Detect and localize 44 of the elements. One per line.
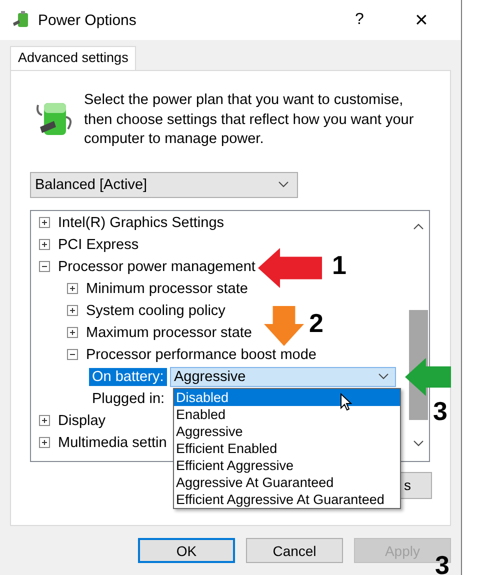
expand-toggle-icon[interactable] (39, 261, 50, 272)
dropdown-option[interactable]: Enabled (174, 406, 400, 423)
expand-toggle-icon[interactable] (67, 283, 78, 294)
tree-item[interactable]: Minimum processor state (86, 280, 248, 296)
tree-item[interactable]: Intel(R) Graphics Settings (58, 214, 224, 230)
window-title: Power Options (38, 12, 138, 28)
dropdown-option[interactable]: Aggressive (174, 423, 400, 440)
expand-toggle-icon[interactable] (39, 217, 50, 228)
setting-dropdown[interactable]: Aggressive (170, 366, 396, 386)
step-number: 3 (433, 396, 448, 426)
dropdown-option[interactable]: Efficient Aggressive At Guaranteed (174, 491, 400, 508)
tree-item[interactable]: Processor performance boost mode (86, 346, 316, 362)
chevron-down-icon[interactable] (413, 440, 424, 446)
tree-item[interactable]: System cooling policy (86, 302, 226, 318)
chevron-down-icon (378, 373, 389, 380)
tree-item[interactable]: PCI Express (58, 236, 139, 252)
setting-label: On battery: (89, 368, 167, 386)
step-number: 1 (332, 250, 346, 280)
tree-item[interactable]: Processor power management (58, 258, 256, 274)
close-button[interactable]: × (415, 7, 461, 33)
dropdown-option[interactable]: Efficient Enabled (174, 440, 400, 457)
tree-item[interactable]: Multimedia settin (58, 434, 167, 450)
chevron-down-icon (278, 181, 289, 188)
expand-toggle-icon[interactable] (39, 437, 50, 448)
tree-item[interactable]: Display (58, 412, 106, 428)
dialog-button[interactable]: OK (138, 538, 236, 563)
dropdown-option[interactable]: Disabled (174, 389, 400, 406)
tree-item[interactable]: Maximum processor state (86, 324, 252, 340)
dropdown-option[interactable]: Aggressive At Guaranteed (174, 474, 400, 491)
setting-label: Plugged in: (91, 390, 166, 408)
plan-dropdown[interactable]: Balanced [Active] (30, 172, 298, 198)
expand-toggle-icon[interactable] (39, 239, 50, 250)
tab[interactable]: Advanced settings (10, 46, 136, 70)
expand-toggle-icon[interactable] (67, 305, 78, 316)
step-number: 2 (309, 308, 324, 338)
expand-toggle-icon[interactable] (67, 349, 78, 360)
dialog-button[interactable]: Cancel (246, 538, 343, 563)
expand-toggle-icon[interactable] (39, 415, 50, 426)
expand-toggle-icon[interactable] (67, 327, 78, 338)
help-button[interactable]: ? (355, 11, 415, 29)
chevron-up-icon[interactable] (413, 222, 424, 230)
dropdown-option[interactable]: Efficient Aggressive (174, 457, 400, 474)
description-text: Select the power plan that you want to customise, then choose settings that reflect how you want your computer to manage power. (84, 91, 415, 149)
mouse-pointer-icon (340, 393, 352, 411)
